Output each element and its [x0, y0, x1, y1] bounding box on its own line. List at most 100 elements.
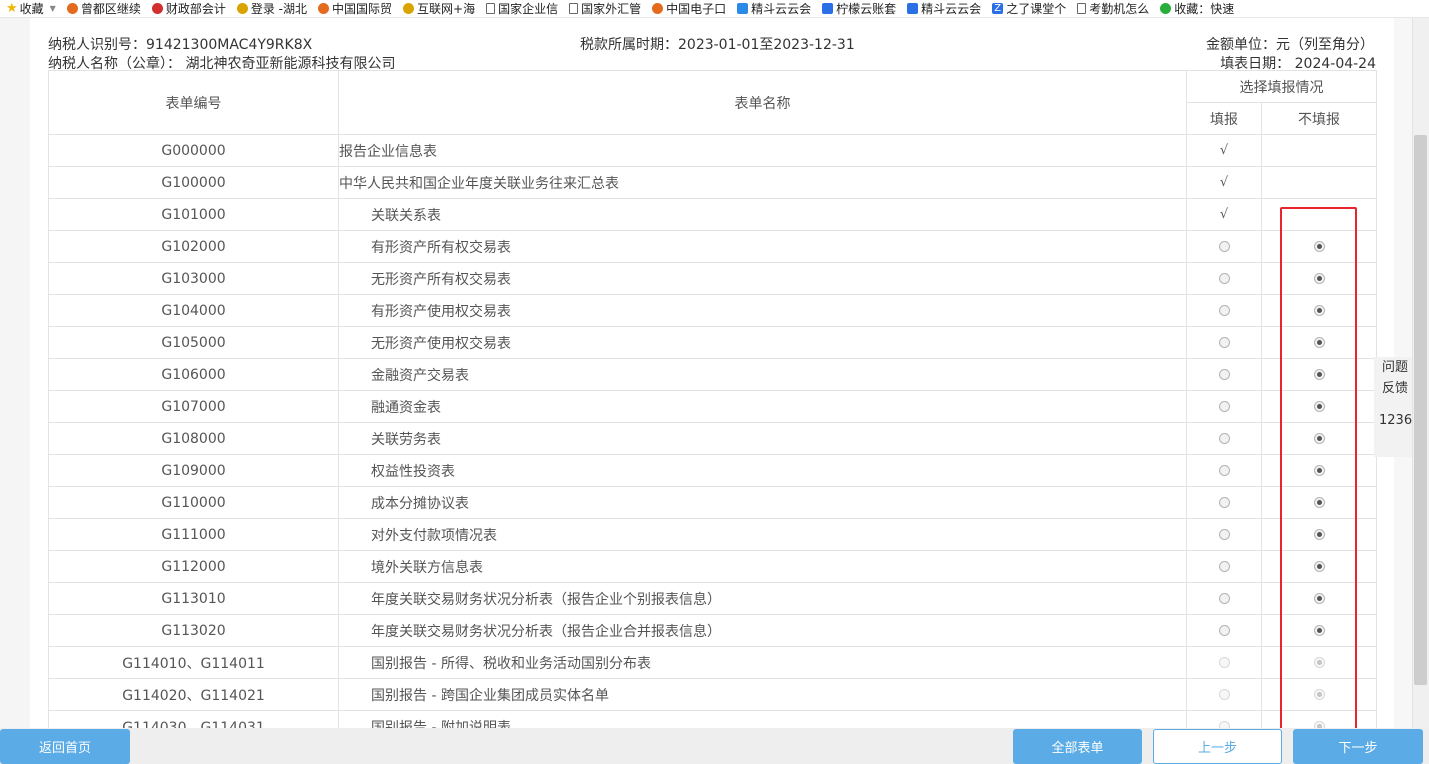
taxpayer-id: 纳税人识别号：91421300MAC4Y9RK8X — [48, 37, 313, 53]
form-name: 境外关联方信息表 — [338, 550, 1187, 583]
no-fill-cell — [1261, 486, 1377, 519]
bookmark-item[interactable]: 柠檬云账套 — [816, 0, 901, 17]
bookmark-label: 中国电子口 — [666, 2, 727, 16]
no-fill-radio[interactable] — [1313, 593, 1325, 604]
no-fill-cell — [1261, 358, 1377, 391]
no-fill-cell — [1261, 326, 1377, 359]
table-row: G114020、G114021 国别报告 - 跨国企业集团成员实体名单 — [48, 678, 1377, 711]
fill-cell: √ — [1186, 166, 1262, 199]
bookmark-label: 登录 -湖北 — [250, 2, 308, 16]
home-button[interactable]: 返回首页 — [0, 729, 130, 764]
bookmark-label: 收藏：快速 — [1174, 2, 1235, 16]
header-form-code: 表单编号 — [48, 70, 339, 135]
fill-cell — [1186, 614, 1262, 647]
fill-cell — [1186, 230, 1262, 263]
form-code: G102000 — [48, 230, 339, 263]
fill-cell — [1186, 294, 1262, 327]
bookmark-label: 国家外汇管 — [581, 2, 642, 16]
fill-radio[interactable] — [1218, 305, 1230, 316]
no-fill-radio[interactable] — [1313, 401, 1325, 412]
bookmark-item[interactable]: 财政部会计 — [146, 0, 231, 17]
form-code: G109000 — [48, 454, 339, 487]
feedback-widget[interactable]: 问题 反馈 12366 — [1374, 357, 1414, 457]
bookmark-label: 收藏 — [19, 2, 44, 16]
fill-cell — [1186, 486, 1262, 519]
bookmark-item[interactable]: 国家外汇管 — [563, 0, 646, 17]
form-name: 融通资金表 — [338, 390, 1187, 423]
no-fill-radio[interactable] — [1313, 561, 1325, 572]
fill-radio[interactable] — [1218, 273, 1230, 284]
bookmark-item[interactable]: Z 之了课堂个 — [986, 0, 1071, 17]
bookmark-item[interactable]: 中国国际贸 — [312, 0, 397, 17]
bookmark-item[interactable]: 收藏：快速 — [1154, 0, 1239, 17]
bookmark-item[interactable]: 考勤机怎么 — [1071, 0, 1154, 17]
form-name: 无形资产所有权交易表 — [338, 262, 1187, 295]
table-row: G102000 有形资产所有权交易表 — [48, 230, 1377, 263]
form-code: G113010 — [48, 582, 339, 615]
bookmark-item[interactable]: 互联网+海 — [397, 0, 480, 17]
fill-radio[interactable] — [1218, 625, 1230, 636]
bookmark-item[interactable]: ★ 收藏 ▼ — [0, 0, 61, 17]
form-code: G110000 — [48, 486, 339, 519]
no-fill-radio[interactable] — [1313, 305, 1325, 316]
scrollbar-thumb[interactable] — [1414, 135, 1427, 685]
table-row: G109000 权益性投资表 — [48, 454, 1377, 487]
form-code: G104000 — [48, 294, 339, 327]
no-fill-cell — [1261, 230, 1377, 263]
fill-cell — [1186, 262, 1262, 295]
no-fill-radio[interactable] — [1313, 529, 1325, 540]
form-code: G112000 — [48, 550, 339, 583]
caret-down-icon[interactable]: ▼ — [50, 4, 56, 13]
no-fill-radio[interactable] — [1313, 625, 1325, 636]
fill-radio[interactable] — [1218, 561, 1230, 572]
next-step-button[interactable]: 下一步 — [1293, 729, 1423, 764]
bookmark-item[interactable]: 国家企业信 — [480, 0, 563, 17]
no-fill-radio[interactable] — [1313, 337, 1325, 348]
fill-cell — [1186, 326, 1262, 359]
form-name: 有形资产所有权交易表 — [338, 230, 1187, 263]
fill-cell: √ — [1186, 198, 1262, 231]
bookmark-label: 曾都区继续 — [80, 2, 141, 16]
fill-radio[interactable] — [1218, 337, 1230, 348]
emblem-icon — [236, 3, 248, 14]
bookmark-item[interactable]: 登录 -湖北 — [231, 0, 312, 17]
no-fill-radio[interactable] — [1313, 273, 1325, 284]
fill-radio[interactable] — [1218, 497, 1230, 508]
form-name: 年度关联交易财务状况分析表（报告企业个别报表信息） — [338, 582, 1187, 615]
no-fill-cell — [1261, 454, 1377, 487]
header-select-status: 选择填报情况 — [1186, 70, 1377, 103]
fill-radio[interactable] — [1218, 433, 1230, 444]
form-name: 成本分摊协议表 — [338, 486, 1187, 519]
fill-cell — [1186, 550, 1262, 583]
no-fill-radio[interactable] — [1313, 241, 1325, 252]
bookmarks-bar: ★ 收藏 ▼ 曾都区继续 财政部会计 登录 -湖北 中国国际贸 互联网+海 国家企业信 国家外汇管… — [0, 0, 1429, 18]
fill-radio[interactable] — [1218, 241, 1230, 252]
no-fill-radio[interactable] — [1313, 465, 1325, 476]
form-name: 权益性投资表 — [338, 454, 1187, 487]
no-fill-radio[interactable] — [1313, 497, 1325, 508]
fill-radio[interactable] — [1218, 593, 1230, 604]
form-name: 关联劳务表 — [338, 422, 1187, 455]
no-fill-radio[interactable] — [1313, 369, 1325, 380]
prev-step-button[interactable]: 上一步 — [1153, 729, 1282, 764]
fill-radio[interactable] — [1218, 401, 1230, 412]
form-name: 中华人民共和国企业年度关联业务往来汇总表 — [338, 166, 1187, 199]
form-name: 年度关联交易财务状况分析表（报告企业合并报表信息） — [338, 614, 1187, 647]
no-fill-radio[interactable] — [1313, 433, 1325, 444]
no-fill-cell — [1261, 294, 1377, 327]
fill-radio[interactable] — [1218, 465, 1230, 476]
bookmark-item[interactable]: 中国电子口 — [646, 0, 731, 17]
form-name: 国别报告 - 所得、税收和业务活动国别分布表 — [338, 646, 1187, 679]
fill-radio — [1218, 657, 1230, 668]
form-name: 无形资产使用权交易表 — [338, 326, 1187, 359]
bookmark-label: 国家企业信 — [498, 2, 559, 16]
bookmark-item[interactable]: 精斗云云会 — [731, 0, 816, 17]
bookmark-item[interactable]: 精斗云云会 — [901, 0, 986, 17]
all-forms-button[interactable]: 全部表单 — [1013, 729, 1142, 764]
fill-radio[interactable] — [1218, 529, 1230, 540]
bookmark-item[interactable]: 曾都区继续 — [61, 0, 146, 17]
fill-radio[interactable] — [1218, 369, 1230, 380]
form-name: 有形资产使用权交易表 — [338, 294, 1187, 327]
fill-cell — [1186, 454, 1262, 487]
no-fill-cell — [1261, 166, 1377, 199]
